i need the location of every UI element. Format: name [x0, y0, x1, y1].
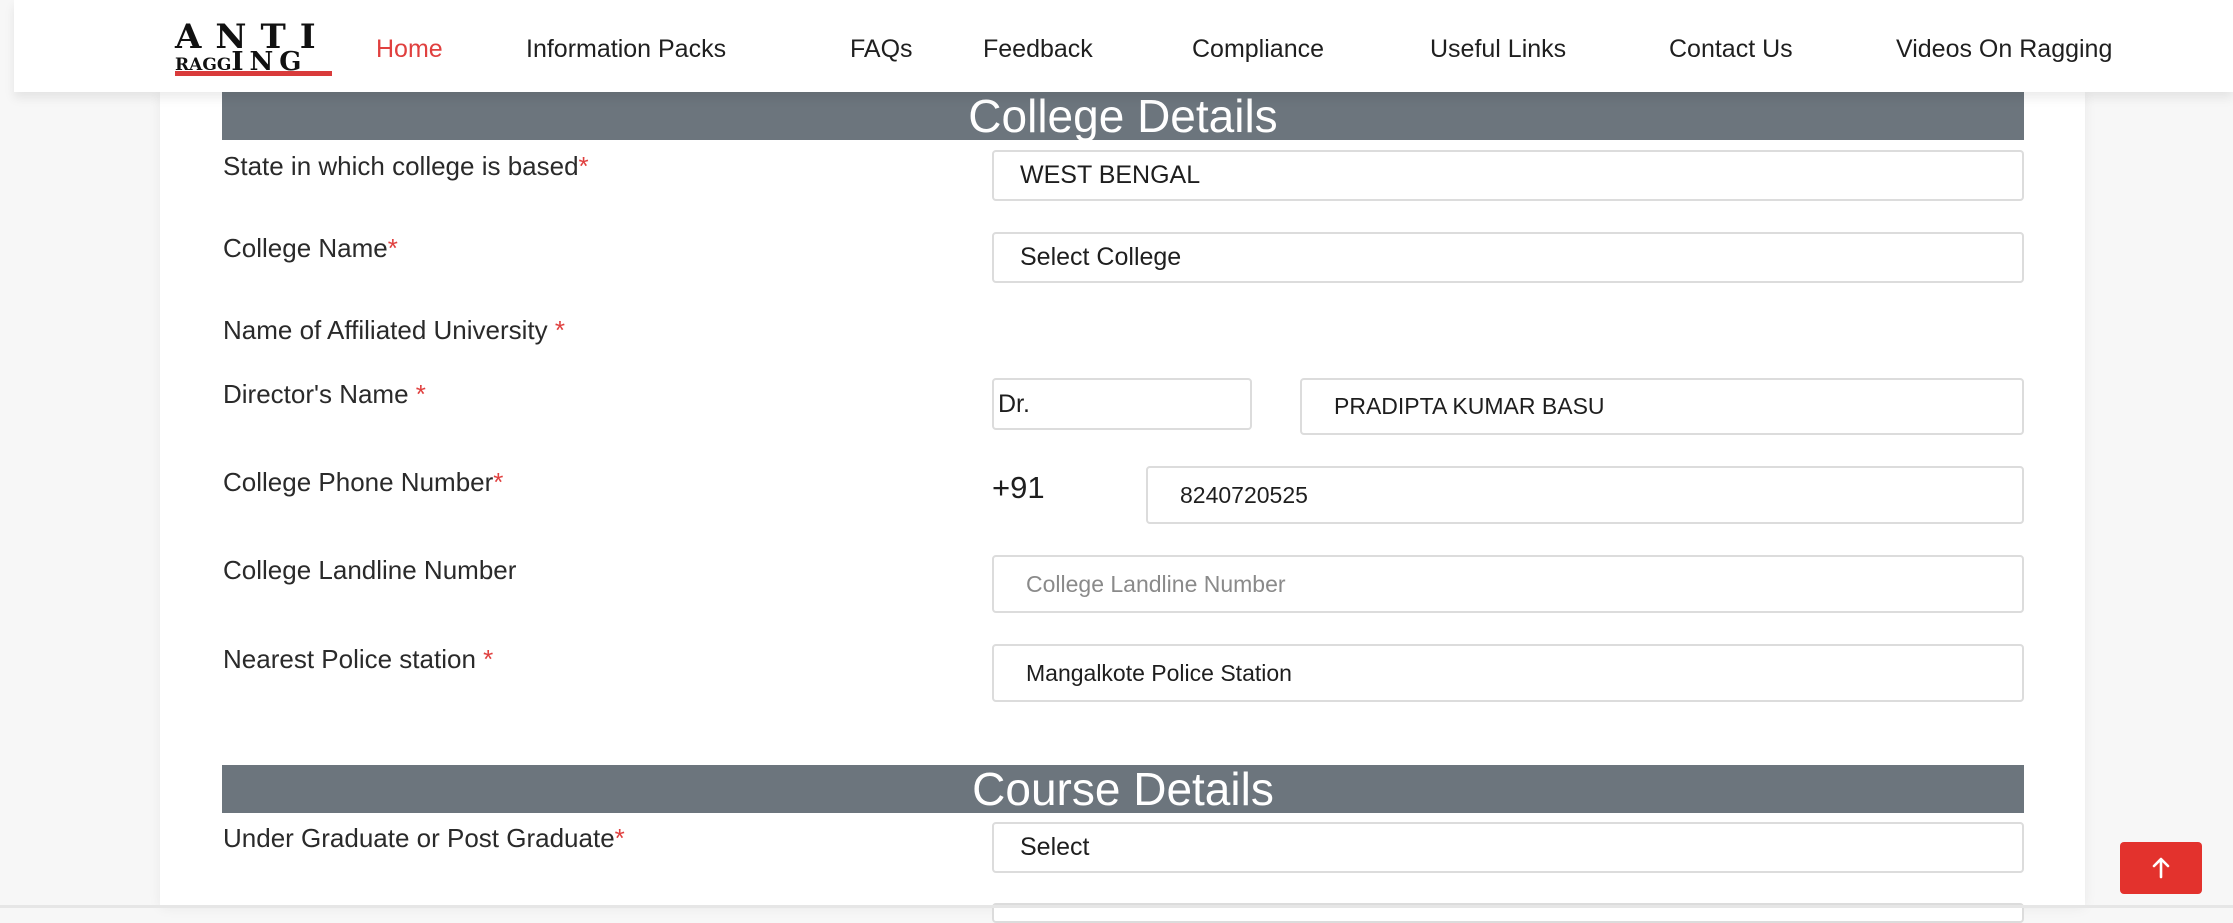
police-label-text: Nearest Police station [223, 644, 484, 674]
phone-label-text: College Phone Number [223, 467, 494, 497]
nav-videos-on-ragging[interactable]: Videos On Ragging [1896, 32, 2112, 66]
university-label-text: Name of Affiliated University [223, 315, 555, 345]
university-label: Name of Affiliated University * [223, 314, 565, 346]
college-name-label: College Name* [223, 232, 398, 264]
nav-contact-us[interactable]: Contact Us [1669, 32, 1793, 66]
anti-ragging-logo[interactable]: ANTI RAGGING [175, 20, 332, 76]
state-label: State in which college is based* [223, 150, 589, 182]
nav-faqs[interactable]: FAQs [850, 32, 913, 66]
required-marker: * [578, 151, 589, 181]
landline-input[interactable]: College Landline Number [992, 555, 2024, 613]
required-marker: * [387, 233, 398, 263]
logo-underline [175, 71, 332, 76]
nav-home[interactable]: Home [376, 32, 443, 66]
state-label-text: State in which college is based [223, 151, 579, 181]
phone-label: College Phone Number* [223, 466, 503, 498]
required-marker: * [415, 379, 426, 409]
director-name-input[interactable]: PRADIPTA KUMAR BASU [1300, 378, 2024, 435]
police-station-input[interactable]: Mangalkote Police Station [992, 644, 2024, 702]
college-name-label-text: College Name [223, 233, 388, 263]
ug-pg-label-text: Under Graduate or Post Graduate [223, 823, 615, 853]
required-marker: * [554, 315, 566, 345]
phone-input[interactable]: 8240720525 [1146, 466, 2024, 524]
required-marker: * [483, 644, 494, 674]
nav-feedback[interactable]: Feedback [983, 32, 1093, 66]
ug-pg-label: Under Graduate or Post Graduate* [223, 822, 625, 854]
director-label: Director's Name * [223, 378, 426, 410]
state-select[interactable]: WEST BENGAL [992, 150, 2024, 201]
required-marker: * [493, 467, 504, 497]
arrow-up-icon [2152, 857, 2170, 879]
landline-label: College Landline Number [223, 555, 517, 585]
nav-compliance[interactable]: Compliance [1192, 32, 1324, 66]
top-navbar: ANTI RAGGING Home Information Packs FAQs… [14, 0, 2233, 92]
director-label-text: Director's Name [223, 379, 416, 409]
course-details-heading: Course Details [222, 765, 2024, 813]
college-name-select[interactable]: Select College [992, 232, 2024, 283]
director-title-select[interactable]: Dr. [992, 378, 1252, 430]
ug-pg-select[interactable]: Select [992, 822, 2024, 873]
nav-useful-links[interactable]: Useful Links [1430, 32, 1566, 66]
phone-country-code: +91 [992, 470, 1045, 505]
required-marker: * [614, 823, 625, 853]
police-label: Nearest Police station * [223, 643, 493, 675]
nav-information-packs[interactable]: Information Packs [526, 32, 726, 66]
scroll-to-top-button[interactable] [2120, 842, 2202, 894]
college-details-heading: College Details [222, 92, 2024, 140]
